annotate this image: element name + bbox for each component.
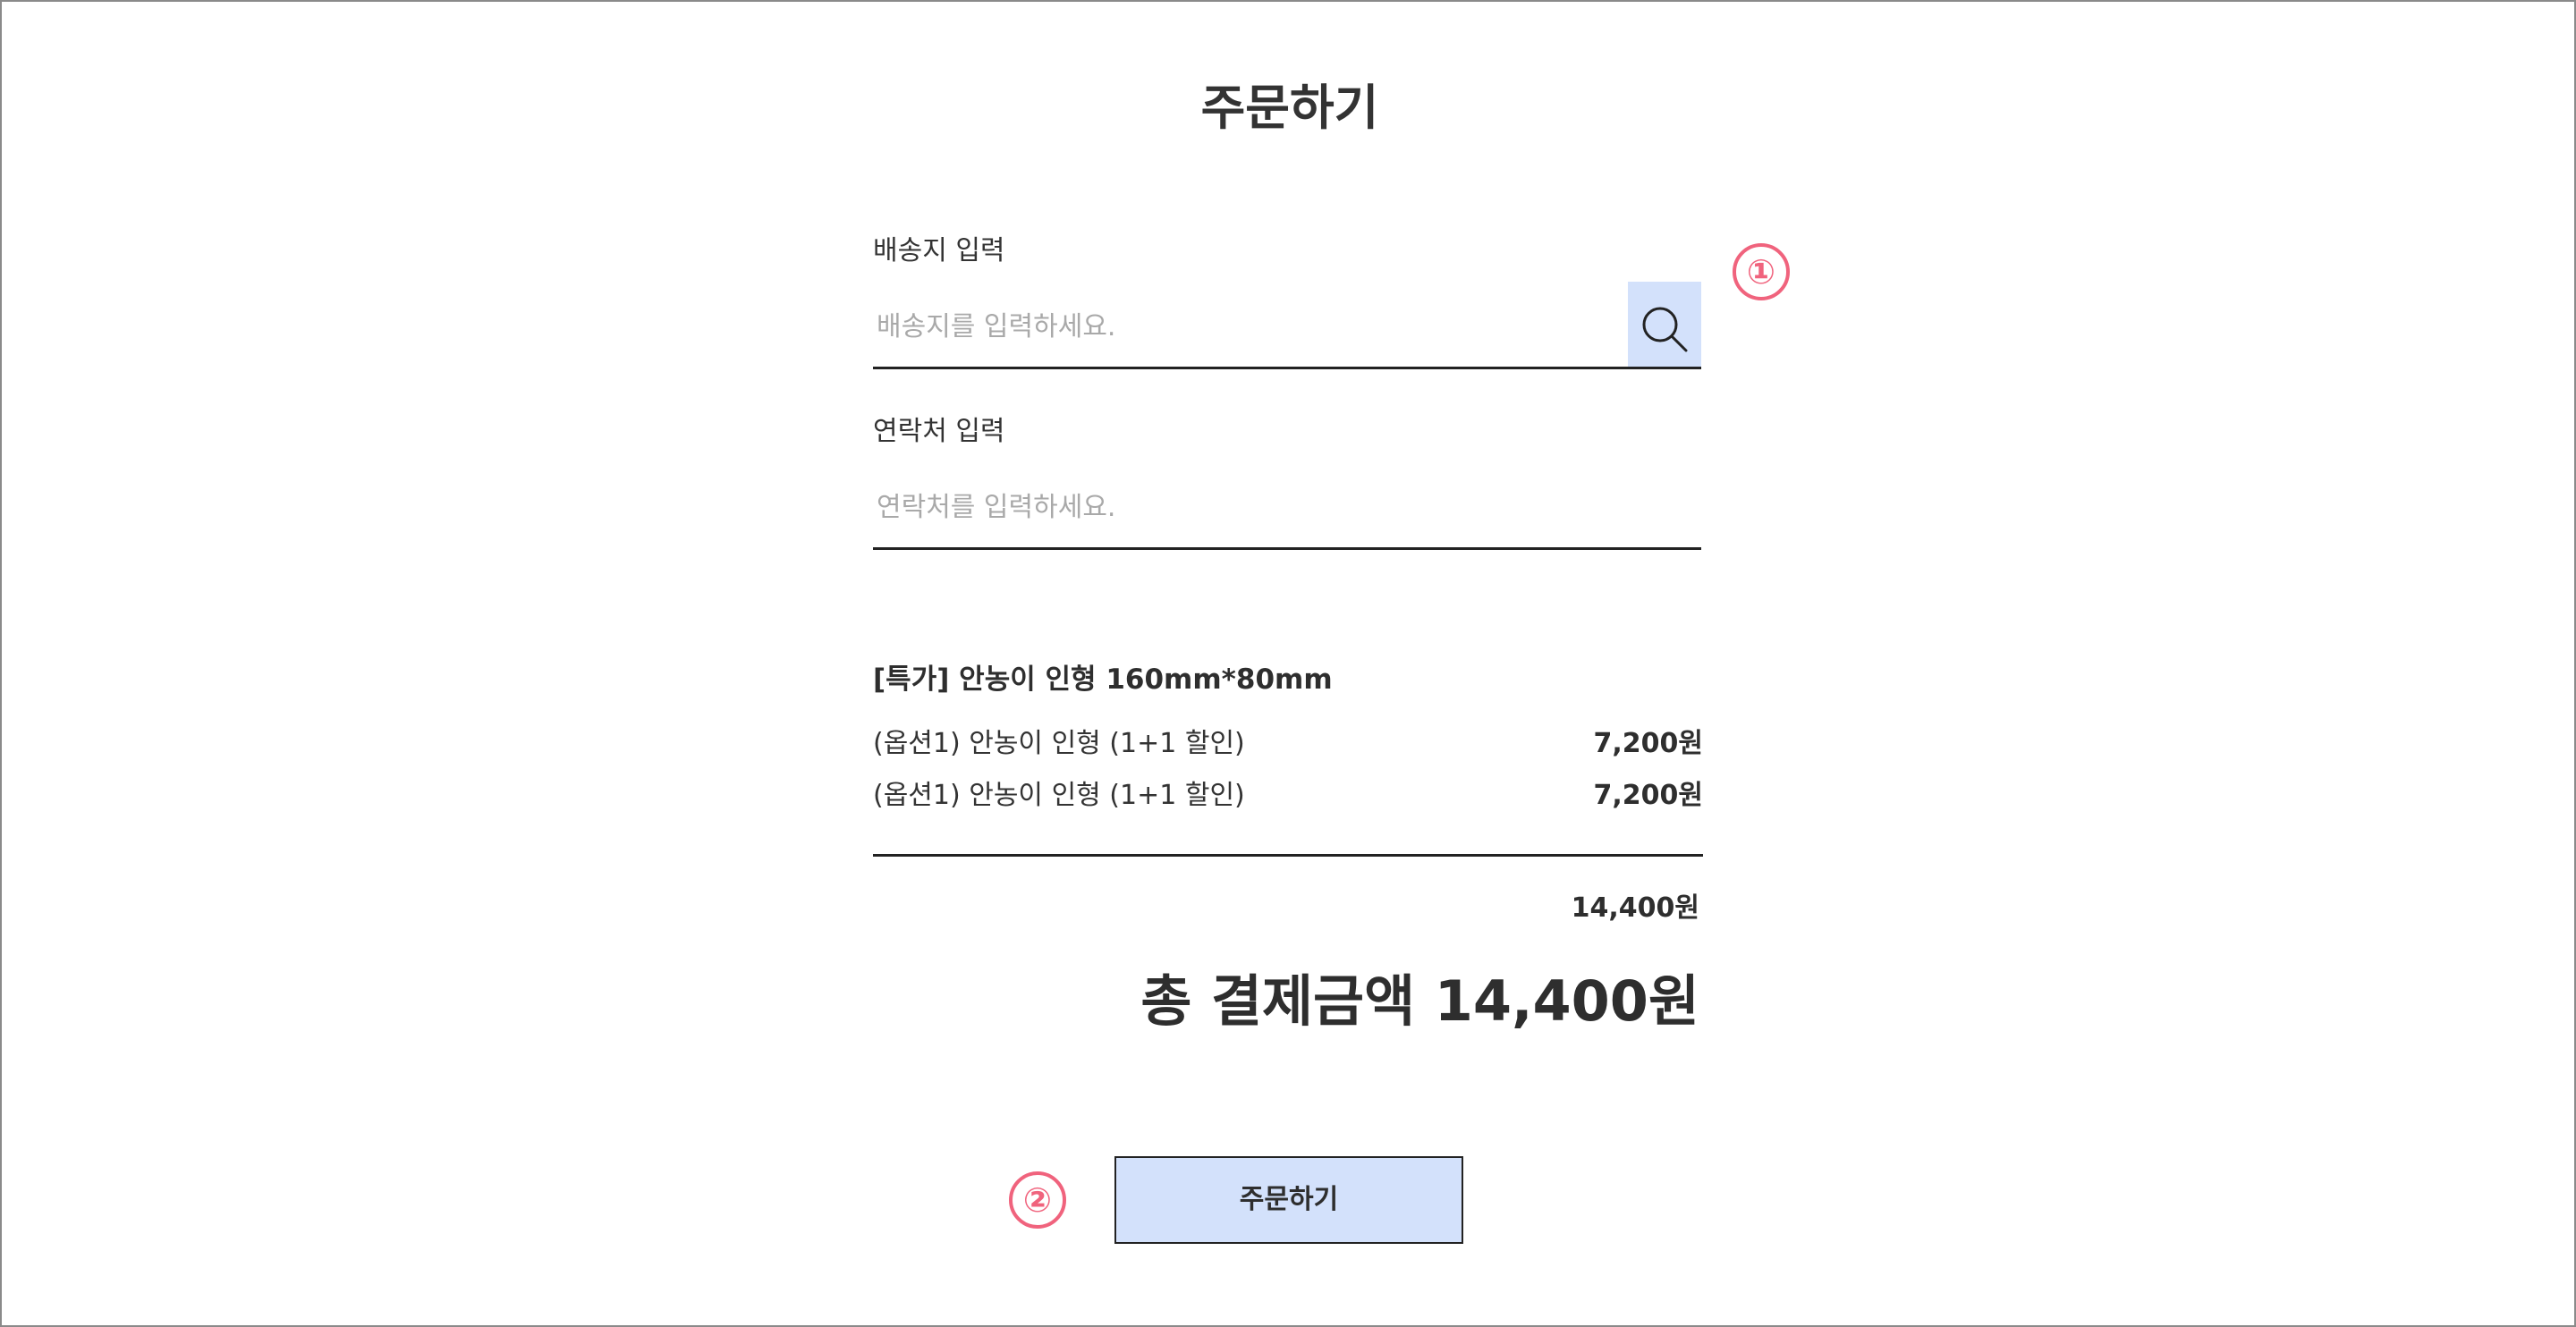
- order-option-row: (옵션1) 안농이 인형 (1+1 할인) 7,200원: [873, 724, 1703, 764]
- option-price: 7,200원: [1593, 728, 1704, 759]
- address-label: 배송지 입력: [873, 235, 1005, 266]
- order-option-row: (옵션1) 안농이 인형 (1+1 할인) 7,200원: [873, 776, 1703, 816]
- option-name: (옵션1) 안농이 인형 (1+1 할인): [873, 780, 1245, 811]
- total-payment: 총 결제금액 14,400원: [1140, 968, 1699, 1034]
- contact-label: 연락처 입력: [873, 416, 1005, 447]
- contact-input[interactable]: [873, 480, 1682, 534]
- contact-field-row: [873, 462, 1701, 550]
- search-icon: [1642, 307, 1688, 352]
- subtotal-amount: 14,400원: [1571, 892, 1699, 924]
- summary-divider: [873, 854, 1703, 857]
- annotation-marker-1: ①: [1733, 243, 1790, 300]
- annotation-marker-2: ②: [1009, 1171, 1066, 1229]
- address-search-button[interactable]: [1628, 282, 1701, 367]
- page-title: 주문하기: [1200, 80, 1379, 136]
- product-name: [특가] 안농이 인형 160mm*80mm: [873, 664, 1333, 696]
- option-price: 7,200원: [1593, 780, 1704, 811]
- option-name: (옵션1) 안농이 인형 (1+1 할인): [873, 728, 1245, 759]
- order-submit-button[interactable]: 주문하기: [1114, 1156, 1463, 1244]
- address-input[interactable]: [873, 300, 1610, 353]
- app-frame: 주문하기 배송지 입력 ① 연락처 입력 [특가] 안농이 인형 160mm*8…: [0, 0, 2576, 1327]
- address-field-row: [873, 282, 1701, 369]
